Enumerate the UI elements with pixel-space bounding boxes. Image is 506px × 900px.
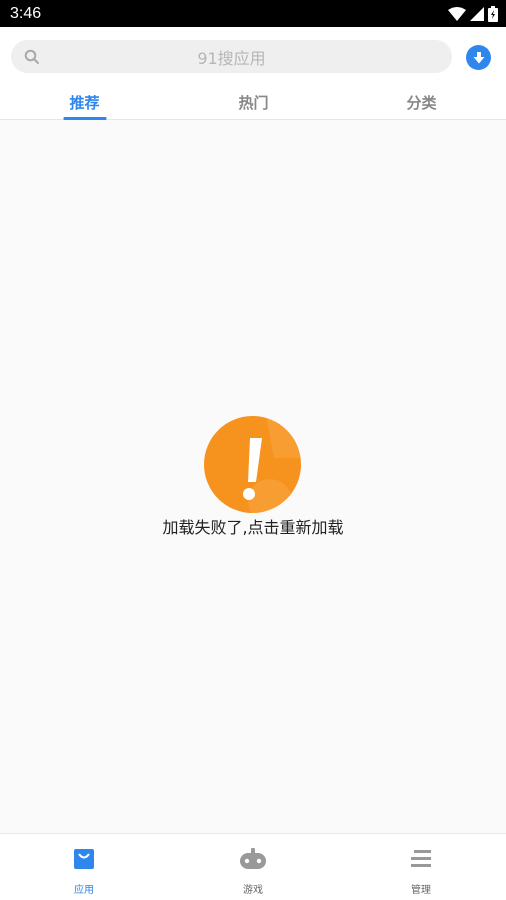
status-time: 3:46 — [10, 4, 42, 22]
tab-recommend[interactable]: 推荐 — [42, 83, 127, 120]
search-icon — [24, 49, 39, 64]
status-icons — [448, 5, 498, 22]
wifi-icon — [448, 6, 466, 21]
error-message[interactable]: 加载失败了,点击重新加载 — [0, 514, 506, 538]
nav-label-games: 游戏 — [243, 885, 263, 896]
menu-list-icon — [411, 850, 431, 867]
nav-item-games[interactable]: 游戏 — [169, 834, 337, 900]
nav-item-apps[interactable]: 应用 — [0, 834, 168, 900]
gamepad-icon — [240, 848, 266, 869]
tab-hot-label: 热门 — [238, 94, 269, 112]
tab-hot[interactable]: 热门 — [211, 83, 296, 120]
header: 91搜应用 推荐 热门 分类 — [0, 27, 506, 120]
download-arrow-icon — [473, 51, 484, 63]
reload-area[interactable]: 加载失败了,点击重新加载 — [0, 416, 506, 546]
battery-icon — [488, 5, 498, 22]
status-bar: 3:46 — [0, 0, 506, 27]
error-exclamation-icon — [204, 416, 301, 513]
tab-category[interactable]: 分类 — [379, 83, 464, 120]
search-input[interactable] — [11, 47, 452, 66]
tab-recommend-label: 推荐 — [69, 94, 100, 112]
download-button[interactable] — [466, 45, 491, 70]
search-bar[interactable]: 91搜应用 — [11, 40, 452, 73]
shopping-bag-icon — [74, 849, 94, 869]
bottom-navigation: 应用 游戏 管理 — [0, 833, 506, 900]
tab-category-label: 分类 — [406, 94, 437, 112]
nav-label-apps: 应用 — [74, 885, 94, 896]
tab-bar: 推荐 热门 分类 — [0, 83, 506, 120]
nav-label-manage: 管理 — [411, 885, 431, 896]
nav-item-manage[interactable]: 管理 — [337, 834, 505, 900]
signal-icon — [470, 6, 484, 21]
main-content: 加载失败了,点击重新加载 — [0, 120, 506, 833]
